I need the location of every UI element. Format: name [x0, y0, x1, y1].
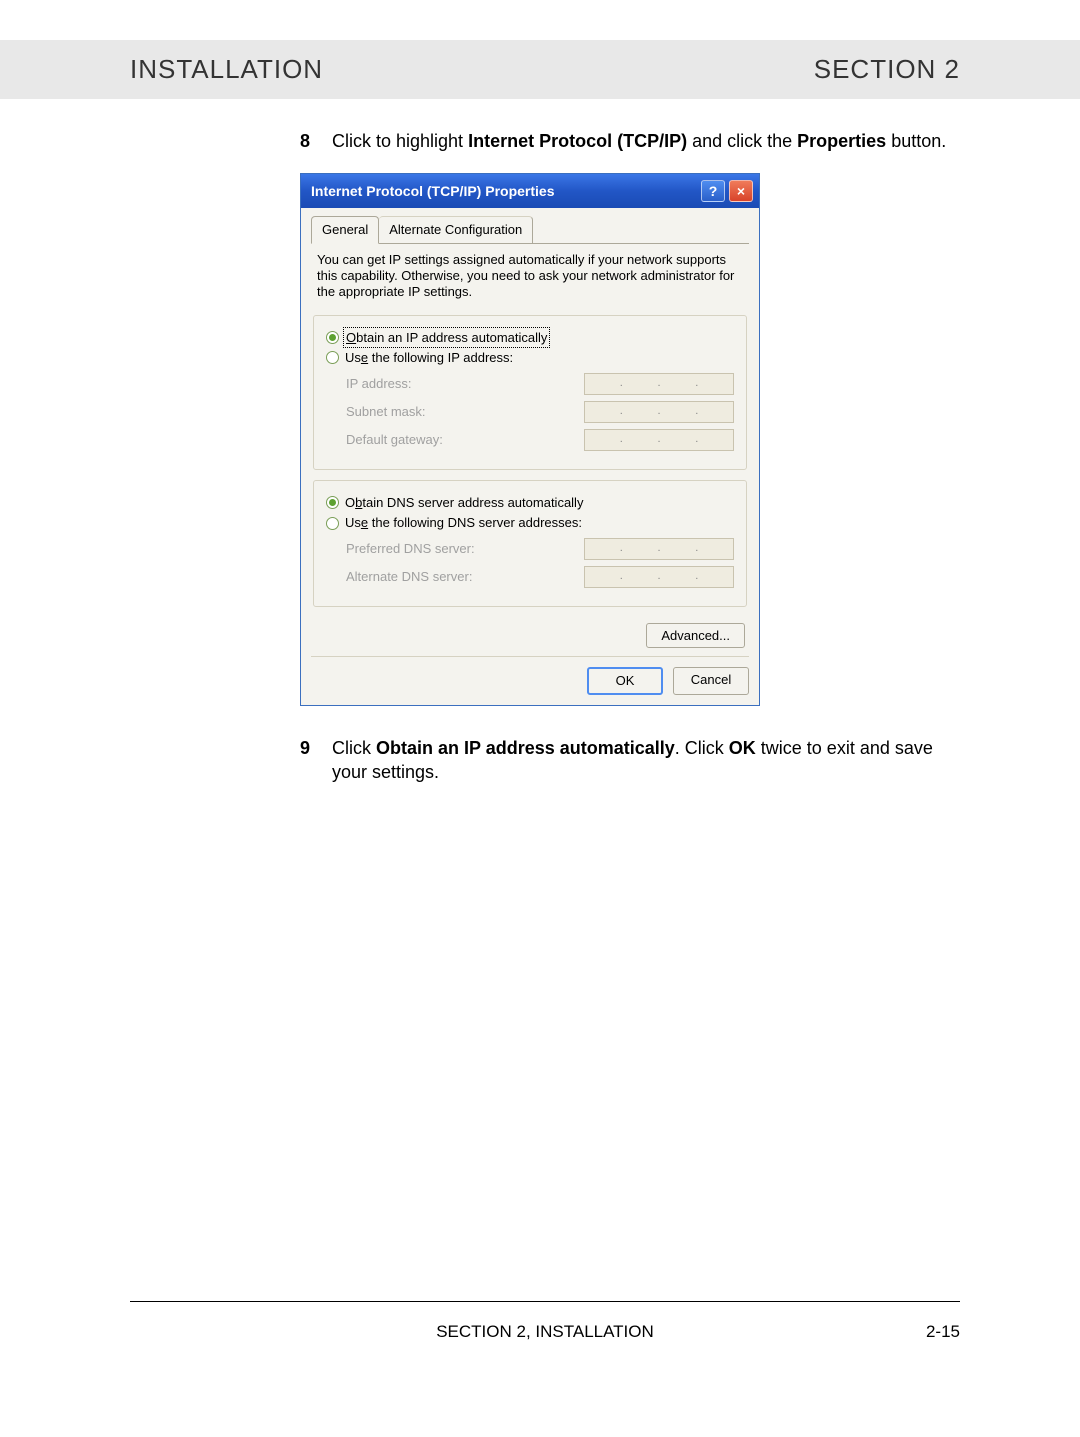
titlebar-buttons: ? ×: [701, 180, 753, 202]
pref-dns-input[interactable]: ...: [584, 538, 734, 560]
radio-use-dns[interactable]: Use the following DNS server addresses:: [326, 514, 734, 532]
text: Click to highlight: [332, 131, 468, 151]
field-label: Default gateway:: [346, 431, 443, 449]
radio-obtain-dns[interactable]: Obtain DNS server address automatically: [326, 494, 734, 512]
step-number: 9: [300, 736, 318, 785]
advanced-row: Advanced...: [311, 617, 749, 651]
tab-general[interactable]: General: [311, 216, 379, 244]
radio-icon: [326, 351, 339, 364]
radio-label: Obtain DNS server address automatically: [345, 494, 583, 512]
dialog-body: General Alternate Configuration You can …: [301, 208, 759, 705]
footer-rule: [130, 1301, 960, 1302]
text: button.: [886, 131, 946, 151]
field-label: Alternate DNS server:: [346, 568, 472, 586]
field-label: IP address:: [346, 375, 412, 393]
help-button[interactable]: ?: [701, 180, 725, 202]
radio-icon: [326, 496, 339, 509]
subnet-row: Subnet mask: ...: [346, 401, 734, 423]
titlebar[interactable]: Internet Protocol (TCP/IP) Properties ? …: [301, 174, 759, 208]
radio-icon: [326, 331, 339, 344]
alt-dns-row: Alternate DNS server: ...: [346, 566, 734, 588]
ok-button[interactable]: OK: [587, 667, 663, 695]
window-title: Internet Protocol (TCP/IP) Properties: [311, 182, 554, 201]
pref-dns-row: Preferred DNS server: ...: [346, 538, 734, 560]
page-number: 2-15: [926, 1322, 960, 1342]
text: tain DNS server address automatically: [362, 495, 583, 510]
header-left: INSTALLATION: [130, 54, 323, 85]
text: Us: [345, 515, 361, 530]
ip-address-row: IP address: ...: [346, 373, 734, 395]
radio-icon: [326, 517, 339, 530]
text-bold: Properties: [797, 131, 886, 151]
gateway-input[interactable]: ...: [584, 429, 734, 451]
radio-obtain-ip[interactable]: Obtain an IP address automatically: [326, 329, 734, 347]
dialog-intro-text: You can get IP settings assigned automat…: [317, 252, 743, 301]
tcpip-properties-dialog: Internet Protocol (TCP/IP) Properties ? …: [300, 173, 760, 706]
radio-label: Obtain an IP address automatically: [345, 329, 548, 347]
dialog-footer: OK Cancel: [311, 656, 749, 695]
text: btain an IP address automatically: [356, 330, 547, 345]
text: . Click: [675, 738, 729, 758]
page-content: 8 Click to highlight Internet Protocol (…: [0, 99, 1080, 784]
close-button[interactable]: ×: [729, 180, 753, 202]
alt-dns-input[interactable]: ...: [584, 566, 734, 588]
step-text: Click Obtain an IP address automatically…: [332, 736, 960, 785]
ip-address-input[interactable]: ...: [584, 373, 734, 395]
gateway-row: Default gateway: ...: [346, 429, 734, 451]
text-bold: Obtain an IP address automatically: [376, 738, 675, 758]
step-number: 8: [300, 129, 318, 153]
step-text: Click to highlight Internet Protocol (TC…: [332, 129, 960, 153]
text: Click: [332, 738, 376, 758]
text: O: [345, 495, 355, 510]
radio-label: Use the following DNS server addresses:: [345, 514, 582, 532]
cancel-button[interactable]: Cancel: [673, 667, 749, 695]
footer-text: SECTION 2, INSTALLATION: [436, 1322, 654, 1341]
header-right: SECTION 2: [814, 54, 960, 85]
text-bold: OK: [729, 738, 756, 758]
text-bold: Internet Protocol (TCP/IP): [468, 131, 687, 151]
tabs: General Alternate Configuration: [311, 216, 749, 244]
text: the following IP address:: [368, 350, 513, 365]
text: O: [346, 330, 356, 345]
text: the following DNS server addresses:: [368, 515, 582, 530]
text: Us: [345, 350, 361, 365]
field-label: Preferred DNS server:: [346, 540, 475, 558]
tab-alternate-configuration[interactable]: Alternate Configuration: [379, 216, 533, 243]
page-header: INSTALLATION SECTION 2: [0, 40, 1080, 99]
radio-label: Use the following IP address:: [345, 349, 513, 367]
ip-fieldset: Obtain an IP address automatically Use t…: [313, 315, 747, 470]
step-9: 9 Click Obtain an IP address automatical…: [300, 736, 960, 785]
step-8: 8 Click to highlight Internet Protocol (…: [300, 129, 960, 153]
text: and click the: [687, 131, 797, 151]
dns-fieldset: Obtain DNS server address automatically …: [313, 480, 747, 607]
subnet-input[interactable]: ...: [584, 401, 734, 423]
radio-use-ip[interactable]: Use the following IP address:: [326, 349, 734, 367]
advanced-button[interactable]: Advanced...: [646, 623, 745, 649]
field-label: Subnet mask:: [346, 403, 426, 421]
page-footer: SECTION 2, INSTALLATION 2-15: [130, 1322, 960, 1342]
